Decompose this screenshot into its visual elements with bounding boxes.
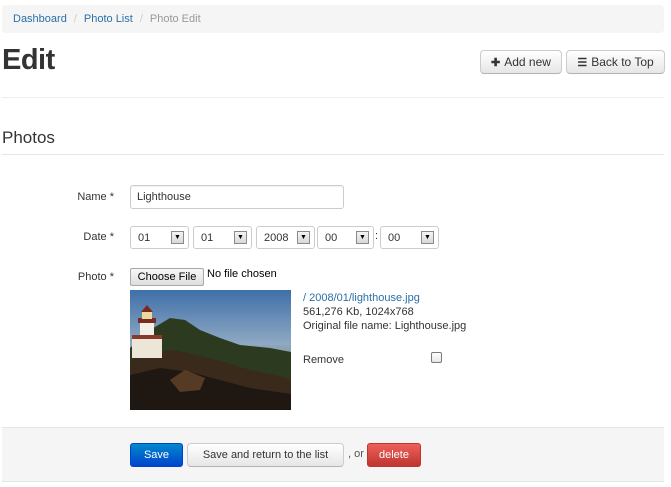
breadcrumb: Dashboard / Photo List / Photo Edit — [2, 5, 664, 33]
minute-select[interactable]: 00 ▼ — [380, 226, 439, 249]
date-label: Date * — [83, 231, 114, 243]
section-title: Photos — [2, 128, 55, 147]
add-new-label: Add new — [504, 55, 551, 69]
day-select[interactable]: 01 ▼ — [193, 226, 252, 249]
minute-value: 00 — [388, 231, 401, 244]
back-to-top-label: Back to Top — [591, 55, 654, 69]
back-to-top-button[interactable]: ☰ Back to Top — [566, 50, 665, 74]
month-select[interactable]: 01 ▼ — [130, 226, 189, 249]
breadcrumb-separator: / — [139, 13, 143, 25]
chevron-down-icon: ▼ — [421, 231, 434, 244]
or-text: , or — [348, 448, 364, 460]
breadcrumb-separator: / — [73, 13, 77, 25]
name-input[interactable] — [130, 185, 344, 209]
list-icon: ☰ — [577, 56, 588, 69]
current-file-link[interactable]: / 2008/01/lighthouse.jpg — [303, 292, 420, 304]
hour-select[interactable]: 00 ▼ — [317, 226, 374, 249]
page-title: Edit — [2, 44, 55, 76]
breadcrumb-photo-list-link[interactable]: Photo List — [84, 13, 133, 25]
file-status: No file chosen — [207, 268, 277, 280]
day-value: 01 — [201, 231, 214, 244]
remove-label: Remove — [303, 354, 344, 366]
remove-checkbox[interactable] — [431, 352, 442, 363]
save-and-return-button[interactable]: Save and return to the list — [187, 443, 344, 467]
photo-label: Photo * — [77, 271, 114, 283]
section-divider — [2, 154, 664, 155]
hour-value: 00 — [325, 231, 338, 244]
header-divider — [2, 97, 664, 98]
file-info: 561,276 Kb, 1024x768 — [303, 306, 414, 318]
delete-button[interactable]: delete — [367, 443, 421, 467]
choose-file-button[interactable]: Choose File — [130, 268, 204, 286]
month-value: 01 — [138, 231, 151, 244]
breadcrumb-dashboard-link[interactable]: Dashboard — [13, 13, 67, 25]
year-select[interactable]: 2008 ▼ — [256, 226, 315, 249]
year-value: 2008 — [264, 231, 289, 244]
save-button[interactable]: Save — [130, 443, 183, 467]
photo-thumbnail — [130, 290, 291, 410]
chevron-down-icon: ▼ — [356, 231, 369, 244]
lighthouse-image — [130, 290, 291, 410]
chevron-down-icon: ▼ — [234, 231, 247, 244]
original-file-name: Original file name: Lighthouse.jpg — [303, 320, 467, 332]
plus-icon: ✚ — [491, 56, 501, 69]
add-new-button[interactable]: ✚ Add new — [480, 50, 562, 74]
name-label: Name * — [77, 191, 114, 203]
chevron-down-icon: ▼ — [297, 231, 310, 244]
time-separator: : — [375, 230, 379, 242]
breadcrumb-current: Photo Edit — [149, 13, 201, 25]
chevron-down-icon: ▼ — [171, 231, 184, 244]
